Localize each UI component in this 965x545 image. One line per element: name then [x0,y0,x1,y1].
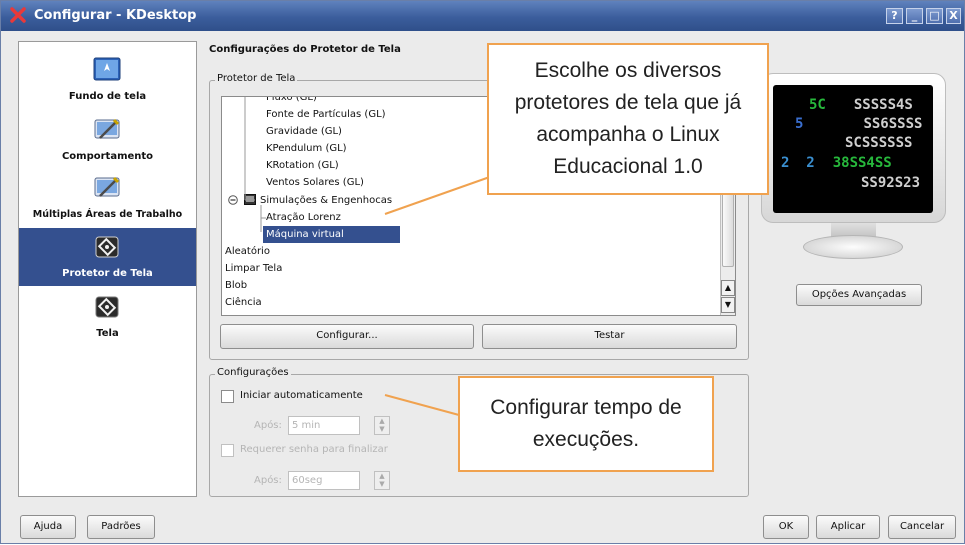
callout-screensavers: Escolhe os diversos protetores de tela q… [487,43,769,195]
cancel-button[interactable]: Cancelar [888,515,956,539]
screensaver-icon [95,236,119,258]
screensaver-preview: 5C SSSSS4S 5 SS6SSSS SCSSSSSS 2 2 38SS4SS S… [761,73,946,273]
require-password-checkbox[interactable] [221,444,234,457]
wallpaper-icon [93,57,121,81]
apply-button[interactable]: Aplicar [816,515,880,539]
sidebar-item-behavior[interactable]: Comportamento [19,112,196,168]
list-item[interactable]: Blob [225,277,247,294]
list-item[interactable]: KPendulum (GL) [266,140,347,157]
list-item[interactable]: Aleatório [225,243,270,260]
stepper-up-icon[interactable]: ▲ [375,417,389,425]
preview-row: 5C SSSSS4S [809,97,913,113]
apply-button-label: Aplicar [830,521,866,532]
require-password-label[interactable]: Requerer senha para finalizar [240,444,388,455]
defaults-button-label: Padrões [101,521,141,532]
maximize-button[interactable]: □ [926,8,943,24]
list-item[interactable]: Fonte de Partículas (GL) [266,106,386,123]
ok-button[interactable]: OK [763,515,809,539]
close-x-app-icon [10,7,26,23]
password-delay-stepper[interactable]: ▲ ▼ [374,471,390,490]
minimize-button[interactable]: _ [906,8,923,24]
screensaver-group-title: Protetor de Tela [215,73,298,84]
timeout-stepper[interactable]: ▲ ▼ [374,416,390,435]
configure-button-label: Configurar... [316,330,378,341]
title-bar[interactable]: Configurar - KDesktop ? _ □ X [1,1,964,31]
help-button-label: Ajuda [33,521,63,532]
sidebar-item-display[interactable]: Tela [19,292,196,342]
list-item[interactable]: Limpar Tela [225,260,282,277]
advanced-options-button[interactable]: Opções Avançadas [796,284,922,306]
sidebar-item-label: Protetor de Tela [62,268,153,279]
monitor-stand [803,235,903,259]
help-button[interactable]: Ajuda [20,515,76,539]
list-item[interactable]: Atração Lorenz [266,209,341,226]
list-item[interactable]: Gravidade (GL) [266,123,342,140]
auto-start-checkbox[interactable] [221,390,234,403]
test-button-label: Testar [594,330,625,341]
display-icon [95,296,119,318]
password-delay-input[interactable]: 60seg [288,471,360,490]
stepper-down-icon[interactable]: ▼ [375,480,389,488]
sidebar-item-label: Fundo de tela [68,91,147,102]
scroll-down-icon[interactable]: ▼ [721,297,735,313]
stepper-up-icon[interactable]: ▲ [375,472,389,480]
sidebar: Fundo de tela Comportamento Múltiplas Ár… [18,41,197,497]
sidebar-item-label: Múltiplas Áreas de Trabalho [32,209,183,220]
preview-row: SS92S23 [861,175,921,191]
sidebar-item-label: Tela [96,328,119,339]
auto-start-label[interactable]: Iniciar automaticamente [240,390,363,401]
list-item[interactable]: Ventos Solares (GL) [266,174,364,191]
behavior-icon [94,118,120,139]
test-button[interactable]: Testar [482,324,737,349]
configure-button[interactable]: Configurar... [220,324,474,349]
tree-lines [244,97,266,232]
ok-button-label: OK [778,521,794,532]
list-item[interactable]: Simulações & Engenhocas [260,192,392,209]
callout-settings: Configurar tempo de execuções. [458,376,714,472]
sidebar-item-screensaver[interactable]: Protetor de Tela [19,228,196,286]
close-button[interactable]: X [946,8,961,24]
sidebar-item-label: Comportamento [61,151,154,162]
cancel-button-label: Cancelar [899,521,945,532]
scroll-up-icon[interactable]: ▲ [721,280,735,296]
preview-screen: 5C SSSSS4S 5 SS6SSSS SCSSSSSS 2 2 38SS4SS S… [773,85,933,213]
configure-window: Configurar - KDesktop ? _ □ X Fundo de t… [0,0,965,544]
stepper-down-icon[interactable]: ▼ [375,425,389,433]
settings-group-title: Configurações [215,367,291,378]
sidebar-item-wallpaper[interactable]: Fundo de tela [19,50,196,110]
page-title: Configurações do Protetor de Tela [209,44,401,55]
defaults-button[interactable]: Padrões [87,515,155,539]
list-item[interactable]: Ciência [225,294,262,311]
preview-row: 5 SS6SSSS [795,116,923,132]
preview-row: SCSSSSSS [845,135,913,151]
list-item[interactable]: Fluxo (GL) [266,97,317,106]
after-label: Após: [254,420,282,431]
preview-row: 2 2 38SS4SS [781,155,892,171]
window-title: Configurar - KDesktop [34,8,197,23]
collapse-icon[interactable] [228,195,238,205]
list-item-selected[interactable]: Máquina virtual [263,226,400,243]
advanced-options-label: Opções Avançadas [811,289,907,300]
help-title-button[interactable]: ? [886,8,903,24]
list-item[interactable]: KRotation (GL) [266,157,339,174]
virtual-desktops-icon [94,176,120,197]
after-label: Após: [254,475,282,486]
timeout-input[interactable]: 5 min [288,416,360,435]
sidebar-item-virtual-desktops[interactable]: Múltiplas Áreas de Trabalho [19,170,196,226]
